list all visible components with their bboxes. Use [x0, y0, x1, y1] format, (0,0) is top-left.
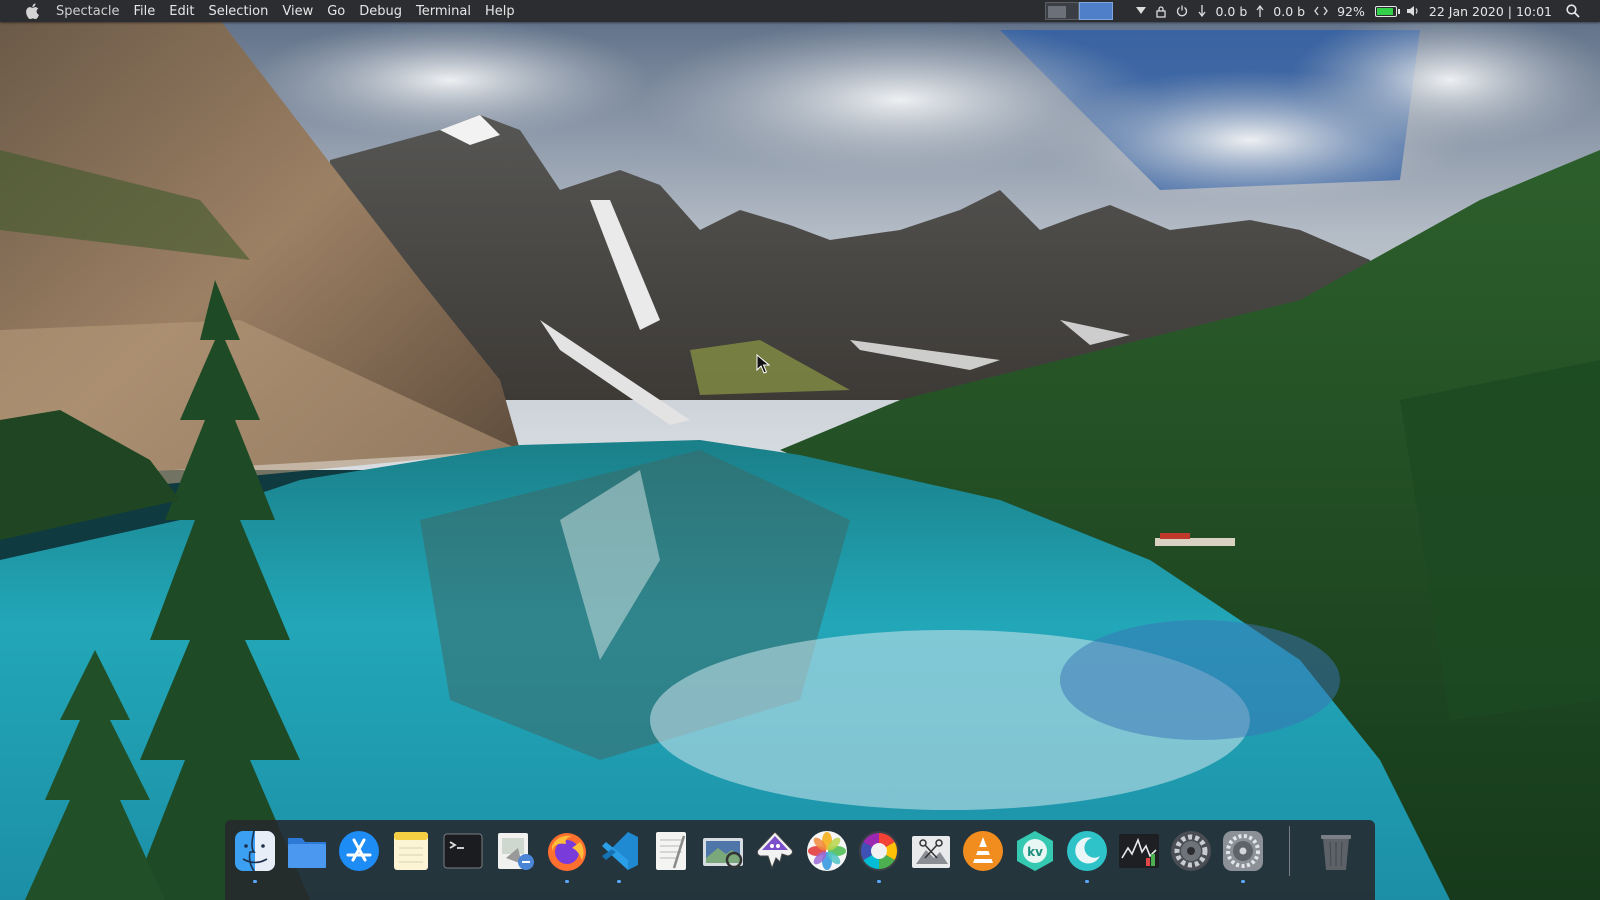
- system-monitor-icon[interactable]: [1116, 828, 1162, 874]
- app-store-icon[interactable]: [336, 828, 382, 874]
- menu-edit[interactable]: Edit: [169, 4, 194, 19]
- running-indicator: [1241, 880, 1245, 883]
- dock-separator: [1289, 826, 1290, 876]
- menu-view[interactable]: View: [282, 4, 313, 19]
- battery-percent: 92%: [1337, 3, 1365, 19]
- notes-icon[interactable]: [388, 828, 434, 874]
- settings-gear-icon[interactable]: [1168, 828, 1214, 874]
- net-download-rate: 0.0 b: [1215, 3, 1248, 19]
- preview-icon[interactable]: [492, 828, 538, 874]
- menu-help[interactable]: Help: [485, 4, 515, 19]
- search-icon[interactable]: [1566, 4, 1580, 18]
- arrow-down-icon: [1198, 5, 1207, 17]
- vlc-icon[interactable]: [960, 828, 1006, 874]
- power-icon[interactable]: [1176, 5, 1188, 17]
- image-viewer-icon[interactable]: [700, 828, 746, 874]
- active-app-name[interactable]: Spectacle: [56, 4, 119, 19]
- vscode-icon[interactable]: [596, 828, 642, 883]
- lock-icon[interactable]: [1156, 5, 1167, 18]
- network-icon[interactable]: [1314, 6, 1328, 16]
- dock: kv: [225, 820, 1375, 900]
- kvantum-icon[interactable]: kv: [1012, 828, 1058, 874]
- desktop-2[interactable]: [1079, 2, 1114, 20]
- menu-terminal[interactable]: Terminal: [416, 4, 471, 19]
- desktop-1[interactable]: [1045, 2, 1080, 20]
- inkscape-icon[interactable]: [752, 828, 798, 874]
- battery-fill: [1376, 7, 1394, 15]
- color-wheel-icon[interactable]: [856, 828, 902, 883]
- finder-icon[interactable]: [232, 828, 278, 883]
- running-indicator: [565, 880, 569, 883]
- running-indicator: [1085, 880, 1089, 883]
- dropdown-icon[interactable]: [1136, 7, 1147, 15]
- screenshot-tool-icon[interactable]: [908, 828, 954, 874]
- virtual-desktop-pager[interactable]: [1045, 2, 1114, 20]
- system-tray: 0.0 b 0.0 b 92% 22 Jan 2020 | 10:01: [1045, 0, 1600, 22]
- battery-icon[interactable]: [1374, 5, 1400, 17]
- menu-go[interactable]: Go: [327, 4, 345, 19]
- photos-icon[interactable]: [804, 828, 850, 874]
- app-menu: Spectacle File Edit Selection View Go De…: [0, 0, 515, 22]
- running-indicator: [877, 880, 881, 883]
- night-mode-icon[interactable]: [1064, 828, 1110, 883]
- system-preferences-icon[interactable]: [1220, 828, 1266, 883]
- apple-logo-icon[interactable]: [26, 3, 40, 19]
- textedit-icon[interactable]: [648, 828, 694, 874]
- trash-icon[interactable]: [1313, 828, 1359, 874]
- clock[interactable]: 22 Jan 2020 | 10:01: [1429, 4, 1552, 19]
- svg-text:kv: kv: [1027, 845, 1043, 859]
- firefox-icon[interactable]: [544, 828, 590, 883]
- arrow-up-icon: [1256, 5, 1264, 17]
- menu-debug[interactable]: Debug: [359, 4, 402, 19]
- mouse-pointer-icon: [756, 354, 770, 374]
- folder-icon[interactable]: [284, 828, 330, 874]
- menu-file[interactable]: File: [133, 4, 155, 19]
- terminal-icon[interactable]: [440, 828, 486, 874]
- running-indicator: [617, 880, 621, 883]
- volume-icon[interactable]: [1406, 5, 1420, 17]
- running-indicator: [253, 880, 257, 883]
- net-upload-rate: 0.0 b: [1273, 3, 1306, 19]
- menu-selection[interactable]: Selection: [208, 4, 268, 19]
- top-menu-bar: Spectacle File Edit Selection View Go De…: [0, 0, 1600, 22]
- desktop-wallpaper: [0, 0, 1600, 900]
